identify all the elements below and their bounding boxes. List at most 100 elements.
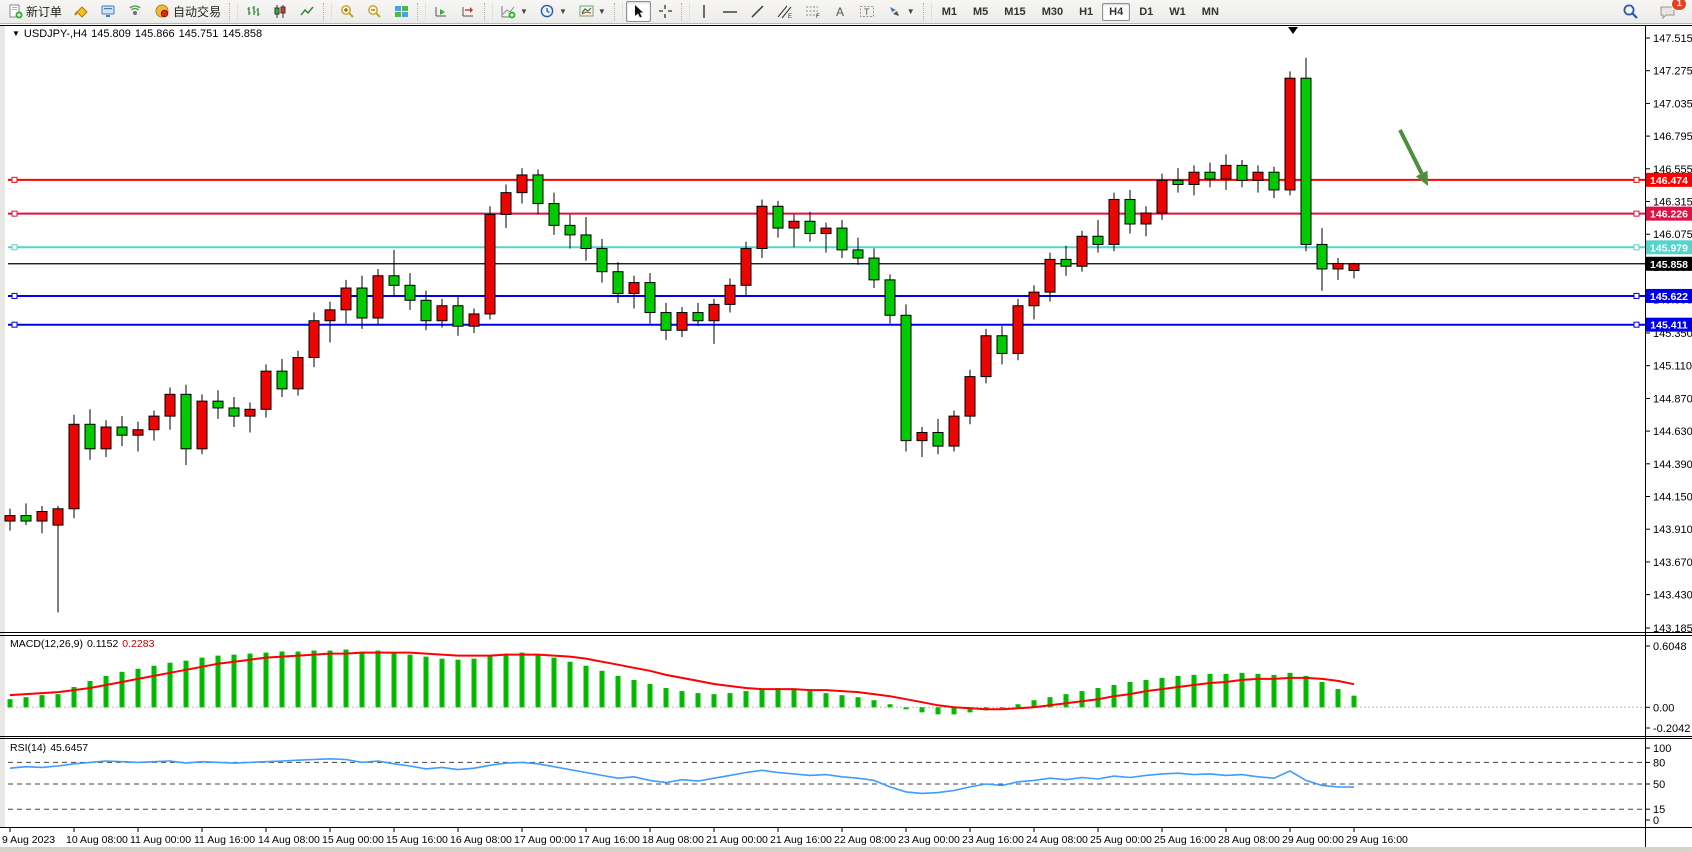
toolbar-group-chart-type — [240, 0, 321, 23]
periods-button[interactable]: ▼ — [535, 1, 572, 22]
metaeditor-icon — [101, 4, 116, 19]
terminal-window: 新订单 自动交易 — [0, 0, 1692, 852]
tile-windows-button[interactable] — [389, 1, 414, 22]
chart-plot-area[interactable]: 147.515147.275147.035146.795146.555146.3… — [0, 0, 1692, 852]
svg-text:143.185: 143.185 — [1653, 623, 1692, 635]
trendline-button[interactable] — [745, 1, 770, 22]
signals-icon — [128, 4, 143, 19]
quote-close: 145.858 — [222, 28, 262, 40]
zoom-in-button[interactable] — [335, 1, 360, 22]
zoom-out-button[interactable] — [362, 1, 387, 22]
chevron-down-icon: ▼ — [907, 7, 915, 16]
svg-text:25 Aug 00:00: 25 Aug 00:00 — [1090, 834, 1152, 846]
periods-icon — [540, 4, 555, 19]
svg-text:9 Aug 2023: 9 Aug 2023 — [2, 834, 55, 846]
toolbar-group-lines: E F A T ▼ — [692, 0, 921, 23]
timeframe-button-M30[interactable]: M30 — [1035, 3, 1070, 21]
chart-title: ▼USDJPY-,H4145.809145.866145.751145.858 — [12, 28, 262, 40]
line-chart-button[interactable] — [295, 1, 320, 22]
vertical-line-icon — [698, 4, 710, 19]
chart-shift-button[interactable] — [456, 1, 481, 22]
toolbar: 新订单 自动交易 — [0, 0, 1692, 24]
svg-text:145.622: 145.622 — [1650, 291, 1688, 303]
metaeditor-button[interactable] — [96, 1, 121, 22]
chart-dropdown-icon[interactable]: ▼ — [12, 29, 20, 38]
zoom-in-icon — [340, 4, 355, 19]
new-order-label: 新订单 — [26, 3, 62, 20]
svg-text:25 Aug 16:00: 25 Aug 16:00 — [1154, 834, 1216, 846]
toolbar-separator — [923, 3, 932, 21]
svg-text:17 Aug 00:00: 17 Aug 00:00 — [514, 834, 576, 846]
candlestick-chart-button[interactable] — [268, 1, 293, 22]
svg-text:F: F — [816, 14, 820, 19]
text-button[interactable]: A — [828, 1, 852, 22]
signals-button[interactable] — [123, 1, 148, 22]
svg-text:143.670: 143.670 — [1653, 557, 1692, 569]
svg-text:147.515: 147.515 — [1653, 33, 1692, 45]
svg-text:16 Aug 08:00: 16 Aug 08:00 — [450, 834, 512, 846]
candlestick-chart-icon — [273, 4, 288, 19]
timeframe-button-W1[interactable]: W1 — [1162, 3, 1193, 21]
svg-text:11 Aug 16:00: 11 Aug 16:00 — [194, 834, 255, 846]
toolbar-separator — [229, 3, 238, 21]
quote-low: 145.751 — [179, 28, 219, 40]
quote-high: 145.866 — [135, 28, 175, 40]
svg-text:17 Aug 16:00: 17 Aug 16:00 — [578, 834, 640, 846]
templates-icon — [579, 4, 594, 19]
text-label-button[interactable]: T — [854, 1, 880, 22]
svg-text:144.390: 144.390 — [1653, 459, 1692, 471]
channel-button[interactable]: E — [772, 1, 798, 22]
paint-bucket-icon — [74, 4, 89, 19]
new-order-button[interactable]: 新订单 — [3, 0, 67, 23]
horizontal-line-button[interactable] — [717, 1, 743, 22]
horizontal-line-icon — [722, 4, 738, 19]
svg-text:E: E — [788, 14, 792, 19]
macd-indicator-label: MACD(12,26,9)0.11520.2283 — [10, 638, 154, 650]
svg-text:15 Aug 00:00: 15 Aug 00:00 — [322, 834, 384, 846]
bar-chart-button[interactable] — [241, 1, 266, 22]
search-icon — [1622, 3, 1639, 20]
svg-text:0: 0 — [1653, 815, 1659, 827]
channel-icon: E — [777, 4, 793, 19]
indicators-button[interactable]: ▼ — [496, 1, 533, 22]
cursor-button[interactable] — [626, 1, 651, 22]
svg-text:0.6048: 0.6048 — [1653, 641, 1687, 653]
macd-signal-value: 0.2283 — [122, 638, 154, 650]
arrows-button[interactable]: ▼ — [882, 1, 920, 22]
timeframe-button-D1[interactable]: D1 — [1132, 3, 1160, 21]
svg-text:21 Aug 00:00: 21 Aug 00:00 — [706, 834, 768, 846]
timeframe-button-MN[interactable]: MN — [1195, 3, 1226, 21]
templates-button[interactable]: ▼ — [574, 1, 611, 22]
fibonacci-button[interactable]: F — [800, 1, 826, 22]
rsi-indicator-label: RSI(14)45.6457 — [10, 742, 88, 754]
notifications-button[interactable]: 1 — [1654, 1, 1681, 23]
line-chart-icon — [300, 4, 315, 19]
timeframe-group: M1M5M15M30H1H4D1W1MN — [934, 0, 1227, 23]
timeframe-button-M5[interactable]: M5 — [966, 3, 995, 21]
text-icon: A — [833, 4, 847, 19]
autotrading-button[interactable]: 自动交易 — [150, 0, 226, 23]
timeframe-button-H4[interactable]: H4 — [1102, 3, 1130, 21]
chevron-down-icon: ▼ — [598, 7, 606, 16]
text-label-icon: T — [859, 4, 875, 19]
toolbar-right: 1 — [1616, 0, 1682, 23]
svg-text:29 Aug 16:00: 29 Aug 16:00 — [1346, 834, 1408, 846]
svg-text:15 Aug 16:00: 15 Aug 16:00 — [386, 834, 448, 846]
auto-scroll-button[interactable] — [429, 1, 454, 22]
rsi-value: 45.6457 — [50, 742, 88, 754]
svg-text:145.411: 145.411 — [1650, 320, 1688, 332]
vertical-line-button[interactable] — [693, 1, 715, 22]
search-button[interactable] — [1617, 0, 1644, 23]
svg-text:143.430: 143.430 — [1653, 590, 1692, 602]
svg-text:-0.2042: -0.2042 — [1653, 723, 1690, 735]
toolbar-separator — [484, 3, 493, 21]
svg-text:146.226: 146.226 — [1650, 209, 1688, 221]
crosshair-button[interactable] — [653, 1, 678, 22]
svg-text:23 Aug 16:00: 23 Aug 16:00 — [962, 834, 1024, 846]
paint-bucket-button[interactable] — [69, 1, 94, 22]
macd-name: MACD(12,26,9) — [10, 638, 83, 650]
timeframe-button-H1[interactable]: H1 — [1072, 3, 1100, 21]
timeframe-button-M15[interactable]: M15 — [997, 3, 1032, 21]
timeframe-button-M1[interactable]: M1 — [935, 3, 964, 21]
svg-text:145.858: 145.858 — [1650, 259, 1688, 271]
